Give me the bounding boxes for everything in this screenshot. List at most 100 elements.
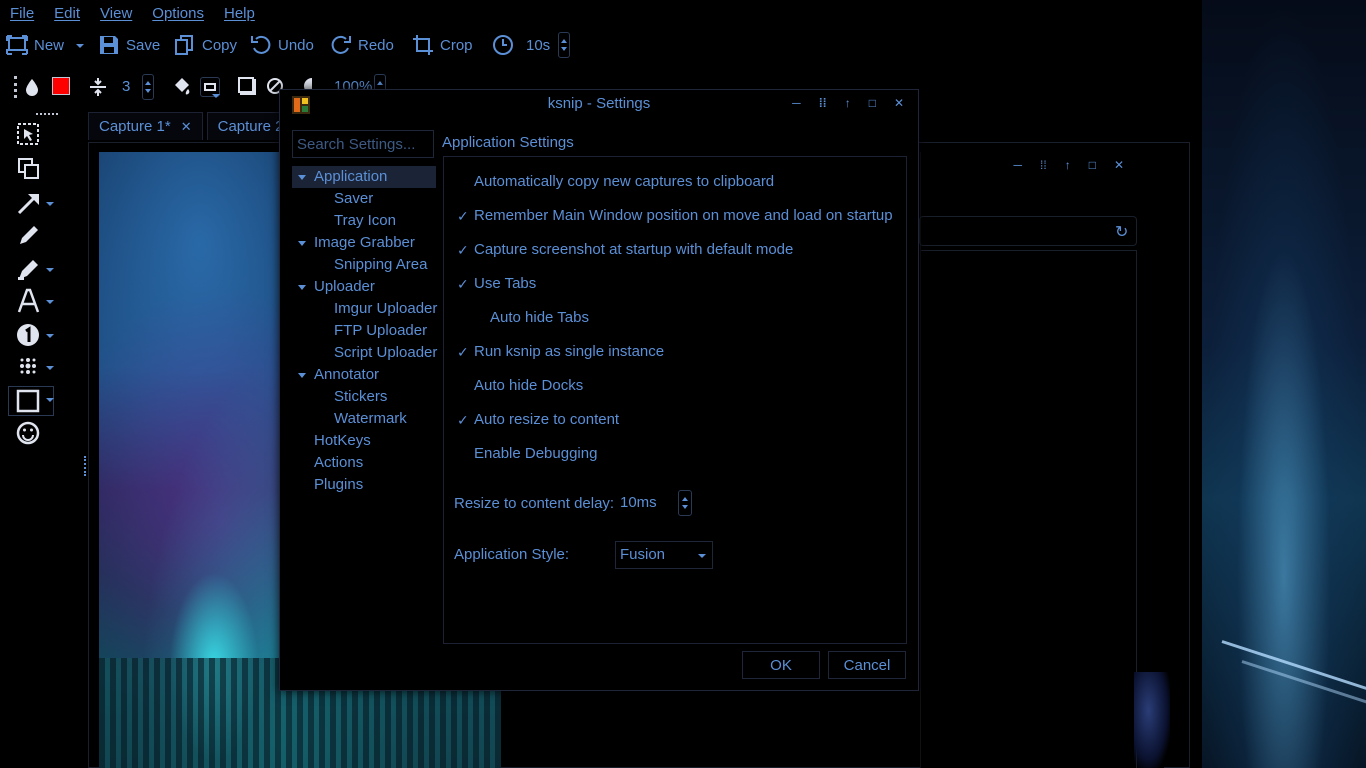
marker-tool[interactable] bbox=[8, 254, 48, 284]
tree-item-label: Annotator bbox=[314, 366, 380, 383]
menu-options[interactable]: Options bbox=[142, 0, 214, 28]
close-icon[interactable]: ✕ bbox=[894, 96, 904, 110]
menu-file[interactable]: File bbox=[0, 0, 44, 28]
spin-arrows-icon[interactable] bbox=[678, 490, 692, 516]
checkmark-icon: ✓ bbox=[457, 276, 469, 292]
close-icon: ✕ bbox=[1113, 158, 1124, 172]
tree-item-tray-icon[interactable]: Tray Icon bbox=[292, 210, 436, 232]
arrow-tool[interactable] bbox=[8, 188, 48, 218]
cancel-button[interactable]: Cancel bbox=[828, 651, 906, 679]
tree-item-actions[interactable]: Actions bbox=[292, 452, 436, 474]
delay-spinner[interactable] bbox=[558, 32, 570, 58]
menu-view[interactable]: View bbox=[90, 0, 142, 28]
tree-item-script-uploader[interactable]: Script Uploader bbox=[292, 342, 437, 364]
expand-arrow-icon[interactable] bbox=[298, 241, 306, 246]
undo-button[interactable]: Undo bbox=[250, 30, 314, 60]
option-use-tabs[interactable]: ✓ Use Tabs bbox=[457, 273, 536, 295]
width-spinner[interactable] bbox=[142, 74, 154, 100]
option-auto-hide-tabs[interactable]: Auto hide Tabs bbox=[490, 307, 589, 329]
option-single-instance[interactable]: ✓ Run ksnip as single instance bbox=[457, 341, 664, 363]
rectangle-icon bbox=[16, 389, 40, 413]
option-auto-resize[interactable]: ✓ Auto resize to content bbox=[457, 409, 619, 431]
menu-help[interactable]: Help bbox=[214, 0, 265, 28]
resize-delay-spinbox[interactable]: 10ms bbox=[618, 490, 692, 516]
tab-label: Capture 1* bbox=[99, 118, 171, 135]
expand-arrow-icon[interactable] bbox=[298, 285, 306, 290]
keep-above-icon[interactable]: ↑ bbox=[845, 96, 851, 110]
sticker-tool[interactable] bbox=[8, 418, 48, 448]
arrow-tool-dropdown[interactable] bbox=[46, 202, 54, 206]
close-tab-icon[interactable]: ✕ bbox=[181, 119, 192, 135]
option-remember-window-position[interactable]: ✓ Remember Main Window position on move a… bbox=[457, 205, 893, 227]
redo-icon bbox=[331, 35, 351, 54]
tree-item-snipping-area[interactable]: Snipping Area bbox=[292, 254, 436, 276]
tree-item-watermark[interactable]: Watermark bbox=[292, 408, 436, 430]
tree-item-label: Stickers bbox=[334, 388, 388, 405]
crop-button[interactable]: Crop bbox=[412, 30, 473, 60]
fill-dropdown-arrow[interactable] bbox=[212, 94, 220, 98]
select-tool[interactable] bbox=[8, 120, 48, 150]
settings-search-input[interactable] bbox=[292, 130, 434, 158]
window-controls: ─ ⁞⁞ ↑ □ ✕ bbox=[1014, 158, 1125, 172]
tree-item-stickers[interactable]: Stickers bbox=[292, 386, 436, 408]
tree-item-label: Image Grabber bbox=[314, 234, 415, 251]
smiley-icon bbox=[16, 421, 40, 445]
shadow-toggle-icon[interactable] bbox=[238, 77, 254, 93]
redo-button[interactable]: Redo bbox=[330, 30, 394, 60]
tree-item-imgur-uploader[interactable]: Imgur Uploader bbox=[292, 298, 438, 320]
new-dropdown-arrow[interactable] bbox=[76, 44, 84, 48]
ok-button[interactable]: OK bbox=[742, 651, 820, 679]
maximize-icon: □ bbox=[1088, 158, 1096, 172]
marker-tool-dropdown[interactable] bbox=[46, 268, 54, 272]
menu-edit[interactable]: Edit bbox=[44, 0, 90, 28]
tree-item-annotator[interactable]: Annotator bbox=[292, 364, 436, 386]
dialog-titlebar[interactable]: ksnip - Settings ─ ⁞⁞ ↑ □ ✕ bbox=[280, 90, 918, 118]
tool-dock-handle[interactable] bbox=[36, 113, 58, 116]
number-tool[interactable] bbox=[8, 320, 48, 350]
tree-item-application[interactable]: Application bbox=[292, 166, 436, 188]
tab-capture-1[interactable]: Capture 1* ✕ bbox=[88, 112, 203, 140]
option-label: Capture screenshot at startup with defau… bbox=[474, 241, 794, 258]
tree-item-plugins[interactable]: Plugins bbox=[292, 474, 436, 496]
pen-icon bbox=[20, 226, 38, 244]
minimize-icon[interactable]: ─ bbox=[792, 96, 801, 110]
pen-tool[interactable] bbox=[8, 220, 48, 250]
tree-item-uploader[interactable]: Uploader bbox=[292, 276, 436, 298]
copy-icon bbox=[175, 35, 193, 55]
new-button[interactable]: New bbox=[6, 30, 64, 60]
tree-item-image-grabber[interactable]: Image Grabber bbox=[292, 232, 436, 254]
save-button[interactable]: Save bbox=[98, 30, 160, 60]
application-style-select[interactable]: Fusion bbox=[615, 541, 713, 569]
expand-arrow-icon[interactable] bbox=[298, 175, 306, 180]
tab-label: Capture 2 bbox=[217, 118, 284, 135]
width-value[interactable]: 3 bbox=[122, 78, 130, 95]
rectangle-tool-dropdown[interactable] bbox=[46, 398, 54, 402]
text-tool-dropdown[interactable] bbox=[46, 300, 54, 304]
chevron-down-icon bbox=[698, 554, 706, 558]
copy-button[interactable]: Copy bbox=[174, 30, 237, 60]
tree-item-hotkeys[interactable]: HotKeys bbox=[292, 430, 436, 452]
option-auto-copy-clipboard[interactable]: Automatically copy new captures to clipb… bbox=[474, 171, 774, 193]
delay-value[interactable]: 10s bbox=[526, 37, 550, 54]
tree-item-ftp-uploader[interactable]: FTP Uploader bbox=[292, 320, 436, 342]
duplicate-region-tool[interactable] bbox=[8, 154, 48, 184]
option-capture-at-startup[interactable]: ✓ Capture screenshot at startup with defa… bbox=[457, 239, 794, 261]
option-enable-debugging[interactable]: Enable Debugging bbox=[474, 443, 597, 465]
tree-item-label: Imgur Uploader bbox=[334, 300, 438, 317]
blur-tool[interactable] bbox=[8, 352, 48, 382]
option-auto-hide-docks[interactable]: Auto hide Docks bbox=[474, 375, 583, 397]
number-icon bbox=[17, 324, 39, 346]
option-label: Automatically copy new captures to clipb… bbox=[474, 173, 775, 190]
tree-item-label: Snipping Area bbox=[334, 256, 428, 273]
blur-icon bbox=[20, 358, 36, 374]
tile-icon[interactable]: ⁞⁞ bbox=[819, 96, 827, 110]
tree-item-saver[interactable]: Saver bbox=[292, 188, 436, 210]
toolbar-handle[interactable] bbox=[14, 76, 18, 98]
blur-tool-dropdown[interactable] bbox=[46, 366, 54, 370]
undo-label: Undo bbox=[278, 36, 314, 54]
color-picker[interactable] bbox=[52, 77, 70, 95]
number-tool-dropdown[interactable] bbox=[46, 334, 54, 338]
text-tool[interactable] bbox=[8, 286, 48, 316]
expand-arrow-icon[interactable] bbox=[298, 373, 306, 378]
maximize-icon[interactable]: □ bbox=[869, 96, 876, 110]
